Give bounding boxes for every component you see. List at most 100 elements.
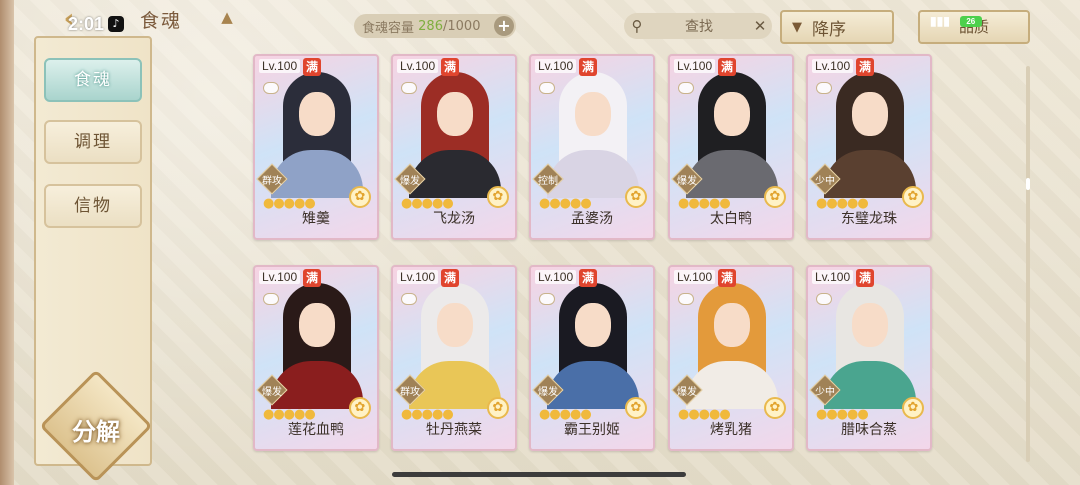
- equipment-slot-icon: [263, 82, 279, 94]
- clear-icon[interactable]: ✕: [748, 17, 772, 35]
- add-capacity-button[interactable]: +: [494, 16, 514, 36]
- top-bar: ‹ 2:01 ♪ 食魂 ▲ 食魂容量 286/1000 + ⚲ 查找 ✕ ▼ 降…: [0, 0, 1080, 50]
- card-name: 飞龙汤: [433, 211, 475, 227]
- food-soul-card[interactable]: Lv.100 满控制 ●●●●● ✿ 孟婆汤: [529, 54, 655, 240]
- max-badge: 满: [856, 58, 874, 76]
- flower-icon: ✿: [349, 397, 371, 419]
- card-name: 腊味合蒸: [841, 422, 897, 438]
- sort-button[interactable]: ▼ 降序: [780, 10, 894, 44]
- card-name: 孟婆汤: [571, 211, 613, 227]
- capacity-label: 食魂容量: [362, 20, 415, 36]
- equipment-slot-icon: [678, 293, 694, 305]
- flower-icon: ✿: [764, 186, 786, 208]
- max-badge: 满: [441, 58, 459, 76]
- search-bar[interactable]: ⚲ 查找 ✕: [624, 13, 772, 39]
- role-label: 少中: [815, 176, 835, 187]
- max-badge: 满: [718, 269, 736, 287]
- max-badge: 满: [579, 58, 597, 76]
- portrait-face: [299, 92, 335, 136]
- food-soul-card[interactable]: Lv.100 满群攻 ●●●●● ✿ 牡丹燕菜: [391, 265, 517, 451]
- card-name: 莲花血鸭: [288, 422, 344, 438]
- role-badge: 爆发: [671, 163, 703, 195]
- portrait-face: [575, 92, 611, 136]
- search-icon: ⚲: [631, 17, 643, 35]
- role-badge: 爆发: [256, 374, 288, 406]
- flower-icon: ✿: [902, 186, 924, 208]
- equipment-slot-icon: [263, 293, 279, 305]
- portrait-face: [575, 303, 611, 347]
- level-label: Lv.100: [397, 270, 439, 284]
- food-soul-card[interactable]: Lv.100 满爆发 ●●●●● ✿ 太白鸭: [668, 54, 794, 240]
- level-label: Lv.100: [535, 59, 577, 73]
- card-name: 烤乳猪: [710, 422, 752, 438]
- flower-icon: ✿: [625, 397, 647, 419]
- flower-icon: ✿: [349, 186, 371, 208]
- scrollbar-track[interactable]: [1026, 66, 1030, 462]
- role-label: 爆发: [400, 176, 420, 187]
- level-label: Lv.100: [535, 270, 577, 284]
- portrait-face: [852, 92, 888, 136]
- tiktok-icon: ♪: [108, 16, 124, 32]
- scrollbar-thumb[interactable]: [1026, 178, 1030, 190]
- capacity-current: 286: [418, 18, 443, 34]
- status-icons: ▮▮▮ 26: [930, 14, 982, 28]
- flower-icon: ✿: [902, 397, 924, 419]
- food-soul-card[interactable]: Lv.100 满爆发 ●●●●● ✿ 霸王别姬: [529, 265, 655, 451]
- food-soul-card[interactable]: Lv.100 满群攻 ●●●●● ✿ 雉羹: [253, 54, 379, 240]
- equipment-slot-icon: [401, 82, 417, 94]
- role-label: 爆发: [262, 387, 282, 398]
- equipment-slot-icon: [401, 293, 417, 305]
- food-soul-card[interactable]: Lv.100 满爆发 ●●●●● ✿ 飞龙汤: [391, 54, 517, 240]
- level-label: Lv.100: [674, 59, 716, 73]
- role-label: 群攻: [400, 387, 420, 398]
- role-badge: 群攻: [394, 374, 426, 406]
- max-badge: 满: [579, 269, 597, 287]
- max-badge: 满: [303, 269, 321, 287]
- level-label: Lv.100: [259, 270, 301, 284]
- tab-conditioning[interactable]: 调理: [44, 120, 142, 164]
- side-nav: 食魂 调理 信物 分解: [34, 36, 153, 483]
- role-label: 爆发: [538, 387, 558, 398]
- sort-label: 降序: [812, 19, 846, 40]
- food-soul-card[interactable]: Lv.100 满少中 ●●●●● ✿ 腊味合蒸: [806, 265, 932, 451]
- home-indicator[interactable]: [392, 472, 686, 477]
- status-time: 2:01: [68, 14, 105, 34]
- role-label: 爆发: [677, 176, 697, 187]
- portrait-face: [437, 92, 473, 136]
- card-name: 牡丹燕菜: [426, 422, 482, 438]
- max-badge: 满: [856, 269, 874, 287]
- capacity-max: 1000: [447, 18, 481, 34]
- portrait-face: [714, 303, 750, 347]
- left-edge: [0, 0, 14, 485]
- food-soul-card[interactable]: Lv.100 满爆发 ●●●●● ✿ 烤乳猪: [668, 265, 794, 451]
- crown-icon: ▲: [221, 8, 233, 26]
- max-badge: 满: [718, 58, 736, 76]
- max-badge: 满: [441, 269, 459, 287]
- food-soul-card[interactable]: Lv.100 满少中 ●●●●● ✿ 东璧龙珠: [806, 54, 932, 240]
- battery-icon: 26: [959, 16, 982, 28]
- capacity-counter: 食魂容量 286/1000 +: [354, 14, 516, 38]
- role-badge: 爆发: [532, 374, 564, 406]
- tab-food-souls[interactable]: 食魂: [44, 58, 142, 102]
- decompose-label[interactable]: 分解: [54, 412, 138, 447]
- role-badge: 少中: [809, 374, 841, 406]
- equipment-slot-icon: [539, 293, 555, 305]
- equipment-slot-icon: [539, 82, 555, 94]
- flower-icon: ✿: [487, 186, 509, 208]
- triangle-down-icon: ▼: [792, 19, 802, 35]
- level-label: Lv.100: [397, 59, 439, 73]
- tab-tokens[interactable]: 信物: [44, 184, 142, 228]
- portrait-face: [852, 303, 888, 347]
- level-label: Lv.100: [674, 270, 716, 284]
- role-label: 爆发: [677, 387, 697, 398]
- search-input[interactable]: 查找: [650, 16, 748, 36]
- role-label: 控制: [538, 176, 558, 187]
- portrait-face: [437, 303, 473, 347]
- food-soul-card[interactable]: Lv.100 满爆发 ●●●●● ✿ 莲花血鸭: [253, 265, 379, 451]
- level-label: Lv.100: [812, 270, 854, 284]
- equipment-slot-icon: [816, 293, 832, 305]
- portrait-face: [299, 303, 335, 347]
- flower-icon: ✿: [625, 186, 647, 208]
- flower-icon: ✿: [487, 397, 509, 419]
- flower-icon: ✿: [764, 397, 786, 419]
